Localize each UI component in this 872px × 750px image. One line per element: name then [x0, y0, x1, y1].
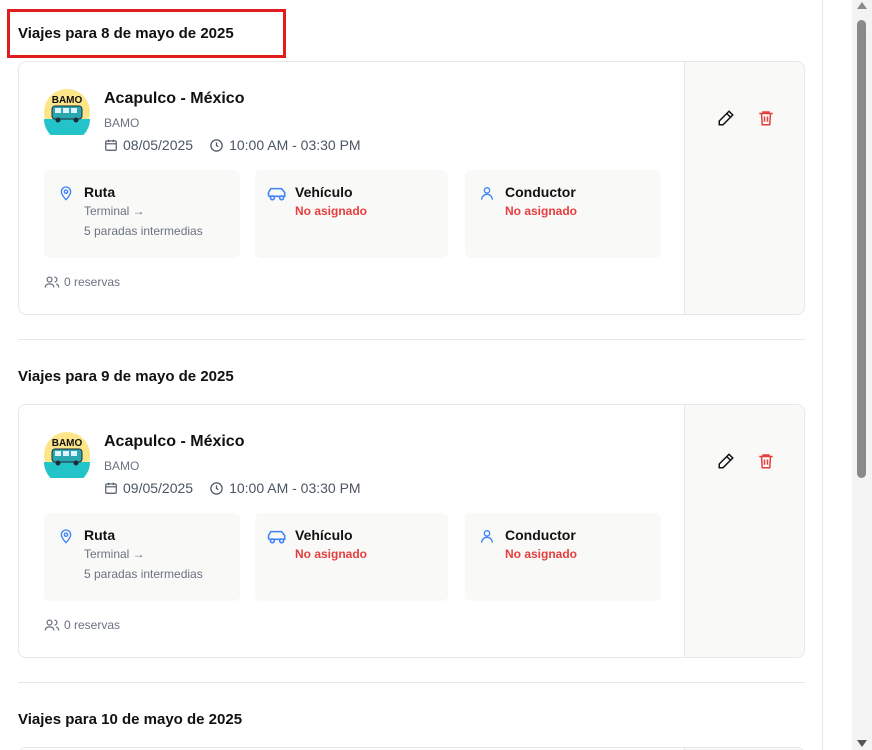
- map-pin-icon: [60, 186, 72, 201]
- route-box: Ruta Terminal → 5 paradas intermedias: [44, 170, 240, 258]
- svg-text:BAMO: BAMO: [52, 438, 83, 449]
- trip-date: 09/05/2025: [123, 480, 194, 496]
- route-origin: Terminal →: [84, 204, 145, 218]
- car-icon: [267, 530, 286, 544]
- vehicle-label: Vehículo: [295, 184, 353, 200]
- driver-label: Conductor: [505, 184, 576, 200]
- trips-content: Viajes para 8 de mayo de 2025 BAMO Acapu…: [0, 0, 822, 750]
- trip-card: BAMO Acapulco - México BAMO 09/05/2025 1…: [18, 404, 805, 658]
- trip-card-actions: [684, 405, 804, 657]
- user-icon: [481, 187, 493, 200]
- right-panel: [822, 0, 852, 750]
- map-pin-icon: [60, 529, 72, 544]
- trip-title: Acapulco - México: [104, 90, 245, 107]
- route-box: Ruta Terminal → 5 paradas intermedias: [44, 513, 240, 601]
- reservations-count: 0 reservas: [64, 275, 121, 289]
- company-logo: BAMO: [44, 432, 90, 478]
- company-name: BAMO: [104, 116, 140, 130]
- car-icon: [267, 187, 286, 201]
- vehicle-box: Vehículo No asignado: [255, 513, 448, 601]
- vehicle-status: No asignado: [295, 204, 368, 218]
- delete-button[interactable]: [757, 452, 775, 470]
- vehicle-label: Vehículo: [295, 527, 353, 543]
- trip-card-main: BAMO Acapulco - México BAMO 09/05/2025 1…: [19, 405, 684, 657]
- trip-time: 10:00 AM - 03:30 PM: [229, 480, 361, 496]
- driver-status: No asignado: [505, 204, 578, 218]
- route-label: Ruta: [84, 184, 116, 200]
- scroll-down-arrow-icon[interactable]: [857, 740, 867, 747]
- day-title: Viajes para 9 de mayo de 2025: [18, 368, 234, 385]
- trip-card-main: BAMO Acapulco - México BAMO 08/05/2025 1…: [19, 62, 684, 314]
- route-stops: 5 paradas intermedias: [84, 567, 203, 581]
- vehicle-status: No asignado: [295, 547, 368, 561]
- users-icon: [44, 619, 60, 631]
- day-title: Viajes para 8 de mayo de 2025: [18, 25, 234, 42]
- day-title: Viajes para 10 de mayo de 2025: [18, 711, 243, 728]
- clock-icon: [210, 138, 223, 152]
- calendar-icon: [105, 482, 117, 494]
- delete-button[interactable]: [757, 109, 775, 127]
- trip-time: 10:00 AM - 03:30 PM: [229, 137, 361, 153]
- driver-label: Conductor: [505, 527, 576, 543]
- section-divider: [18, 682, 805, 683]
- date-time-row: 08/05/2025 10:00 AM - 03:30 PM: [104, 136, 361, 154]
- edit-button[interactable]: [717, 109, 735, 127]
- section-divider: [18, 339, 805, 340]
- scrollbar[interactable]: [852, 0, 872, 750]
- trip-date: 08/05/2025: [123, 137, 194, 153]
- trip-title: Acapulco - México: [104, 433, 245, 450]
- edit-button[interactable]: [717, 452, 735, 470]
- svg-text:BAMO: BAMO: [52, 95, 83, 106]
- calendar-icon: [105, 139, 117, 151]
- route-stops: 5 paradas intermedias: [84, 224, 203, 238]
- driver-box: Conductor No asignado: [465, 170, 661, 258]
- users-icon: [44, 276, 60, 288]
- user-icon: [481, 530, 493, 543]
- scrollbar-thumb[interactable]: [857, 20, 866, 478]
- trip-card: BAMO Acapulco - México BAMO 08/05/2025 1…: [18, 61, 805, 315]
- date-time-row: 09/05/2025 10:00 AM - 03:30 PM: [104, 479, 361, 497]
- reservations-count: 0 reservas: [64, 618, 121, 632]
- scroll-up-arrow-icon[interactable]: [857, 2, 867, 9]
- vehicle-box: Vehículo No asignado: [255, 170, 448, 258]
- clock-icon: [210, 481, 223, 495]
- driver-status: No asignado: [505, 547, 578, 561]
- driver-box: Conductor No asignado: [465, 513, 661, 601]
- route-origin: Terminal →: [84, 547, 145, 561]
- route-label: Ruta: [84, 527, 116, 543]
- reservations: 0 reservas: [44, 275, 120, 289]
- company-name: BAMO: [104, 459, 140, 473]
- reservations: 0 reservas: [44, 618, 120, 632]
- trip-card-actions: [684, 62, 804, 314]
- company-logo: BAMO: [44, 89, 90, 135]
